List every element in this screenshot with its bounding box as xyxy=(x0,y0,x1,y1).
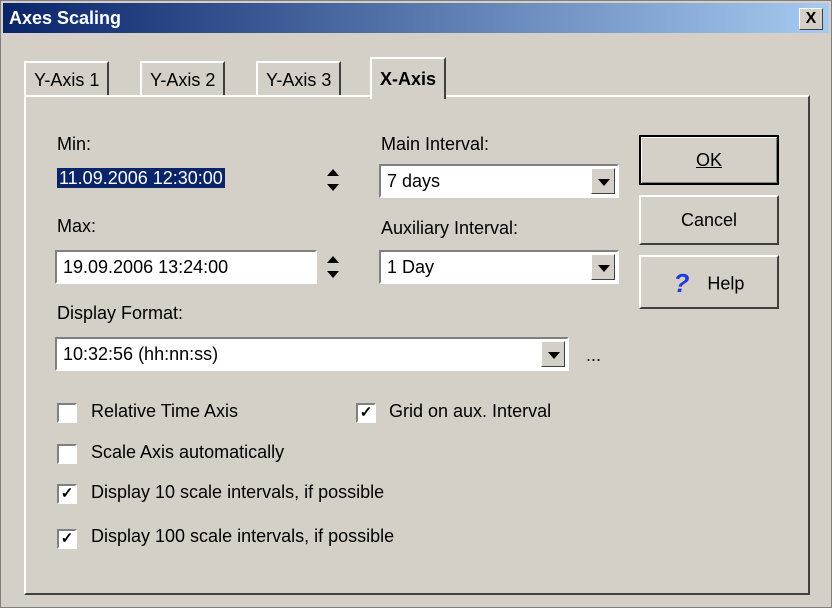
display-format-select[interactable]: 10:32:56 (hh:nn:ss) xyxy=(55,337,569,371)
help-button[interactable]: ? Help xyxy=(639,255,779,309)
help-icon: ? xyxy=(673,268,690,299)
spin-up-icon xyxy=(327,169,339,176)
cancel-button[interactable]: Cancel xyxy=(639,195,779,245)
dialog-window: Axes Scaling X Y-Axis 1 Y-Axis 2 Y-Axis … xyxy=(0,0,832,608)
aux-interval-select[interactable]: 1 Day xyxy=(379,250,619,284)
display-10-checkbox[interactable]: ✓ xyxy=(57,484,77,504)
grid-aux-label: Grid on aux. Interval xyxy=(389,401,552,421)
spin-down-icon xyxy=(327,184,339,191)
spin-up-icon xyxy=(327,256,339,263)
display-format-label: Display Format: xyxy=(57,303,184,323)
ok-button[interactable]: OK xyxy=(639,135,779,185)
min-label: Min: xyxy=(57,134,92,154)
chevron-down-icon[interactable] xyxy=(591,168,615,194)
aux-interval-value: 1 Day xyxy=(387,257,435,277)
max-spinner[interactable] xyxy=(325,250,341,284)
min-input[interactable]: 11.09.2006 12:30:00 xyxy=(55,161,305,195)
min-value: 11.09.2006 12:30:00 xyxy=(57,168,225,188)
aux-interval-label: Auxiliary Interval: xyxy=(381,218,519,238)
help-label: Help xyxy=(707,273,745,294)
check-icon: ✓ xyxy=(359,404,373,421)
scale-auto-label: Scale Axis automatically xyxy=(91,442,285,462)
relative-time-checkbox[interactable] xyxy=(57,403,77,423)
scale-auto-checkbox[interactable] xyxy=(57,444,77,464)
main-interval-label: Main Interval: xyxy=(381,134,490,154)
format-more-button[interactable]: ... xyxy=(586,345,601,366)
chevron-down-icon[interactable] xyxy=(591,254,615,280)
display-100-label: Display 100 scale intervals, if possible xyxy=(91,526,395,546)
grid-aux-checkbox[interactable]: ✓ xyxy=(356,403,376,423)
spin-down-icon xyxy=(327,271,339,278)
chevron-down-icon[interactable] xyxy=(541,341,565,367)
display-10-label: Display 10 scale intervals, if possible xyxy=(91,482,385,502)
cancel-label: Cancel xyxy=(680,210,738,230)
main-interval-value: 7 days xyxy=(387,171,441,191)
display-100-checkbox[interactable]: ✓ xyxy=(57,529,77,549)
main-interval-select[interactable]: 7 days xyxy=(379,164,619,198)
relative-time-label: Relative Time Axis xyxy=(91,401,239,421)
check-icon: ✓ xyxy=(60,530,74,547)
ok-label: OK xyxy=(695,150,722,170)
check-icon: ✓ xyxy=(60,485,74,502)
max-label: Max: xyxy=(57,216,97,236)
min-spinner[interactable] xyxy=(325,163,341,197)
display-format-value: 10:32:56 (hh:nn:ss) xyxy=(63,344,219,364)
max-input[interactable]: 19.09.2006 13:24:00 xyxy=(55,250,317,284)
